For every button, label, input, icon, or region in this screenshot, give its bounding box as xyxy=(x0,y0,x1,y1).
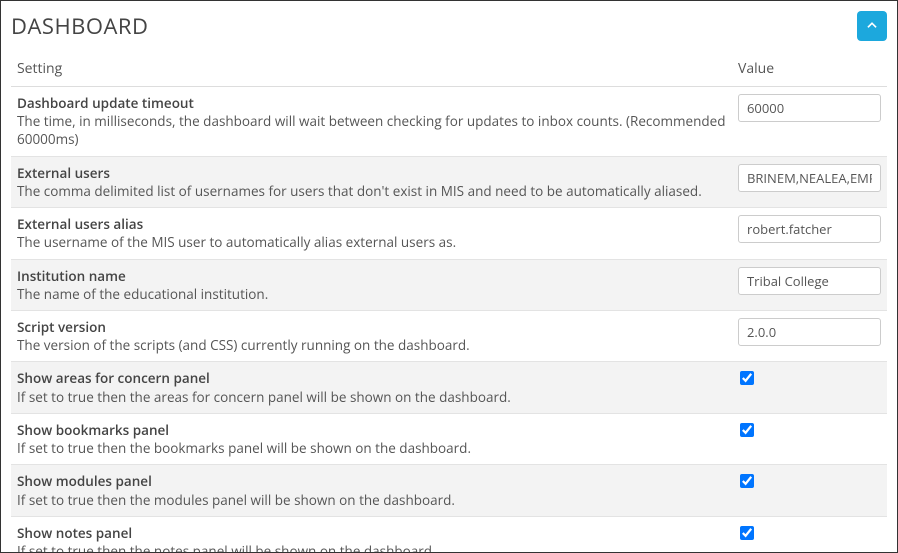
setting-name: Institution name xyxy=(17,267,728,285)
setting-cell: Show notes panelIf set to true then the … xyxy=(17,524,738,553)
settings-row: Dashboard update timeoutThe time, in mil… xyxy=(11,87,887,157)
value-input[interactable] xyxy=(738,318,881,346)
setting-name: Show notes panel xyxy=(17,524,728,542)
value-checkbox[interactable] xyxy=(740,526,754,540)
settings-row: Script versionThe version of the scripts… xyxy=(11,311,887,362)
value-cell xyxy=(738,94,881,122)
setting-name: External users xyxy=(17,164,728,182)
settings-row: External users aliasThe username of the … xyxy=(11,208,887,259)
setting-name: Show modules panel xyxy=(17,472,728,490)
setting-description: If set to true then the areas for concer… xyxy=(17,388,728,406)
value-cell xyxy=(738,472,881,492)
setting-cell: Show bookmarks panelIf set to true then … xyxy=(17,421,738,457)
setting-description: If set to true then the bookmarks panel … xyxy=(17,439,728,457)
value-cell xyxy=(738,215,881,243)
value-input[interactable] xyxy=(738,267,881,295)
setting-name: Dashboard update timeout xyxy=(17,94,728,112)
value-input[interactable] xyxy=(738,164,881,192)
setting-name: External users alias xyxy=(17,215,728,233)
value-cell xyxy=(738,164,881,192)
value-input[interactable] xyxy=(738,94,881,122)
setting-description: The comma delimited list of usernames fo… xyxy=(17,182,728,200)
settings-row: Institution nameThe name of the educatio… xyxy=(11,260,887,311)
settings-row: Show notes panelIf set to true then the … xyxy=(11,517,887,553)
value-input[interactable] xyxy=(738,215,881,243)
setting-cell: Script versionThe version of the scripts… xyxy=(17,318,738,354)
setting-cell: External usersThe comma delimited list o… xyxy=(17,164,738,200)
settings-row: External usersThe comma delimited list o… xyxy=(11,157,887,208)
setting-description: If set to true then the notes panel will… xyxy=(17,542,728,553)
value-cell xyxy=(738,421,881,441)
setting-description: The username of the MIS user to automati… xyxy=(17,233,728,251)
table-header: Setting Value xyxy=(11,53,887,87)
column-header-setting: Setting xyxy=(17,59,738,78)
page-title: DASHBOARD xyxy=(11,9,148,47)
column-header-value: Value xyxy=(738,59,881,78)
setting-cell: Show modules panelIf set to true then th… xyxy=(17,472,738,508)
setting-cell: Institution nameThe name of the educatio… xyxy=(17,267,738,303)
setting-description: The name of the educational institution. xyxy=(17,285,728,303)
setting-description: If set to true then the modules panel wi… xyxy=(17,491,728,509)
value-cell xyxy=(738,524,881,544)
chevron-up-icon xyxy=(865,15,879,37)
value-cell xyxy=(738,369,881,389)
value-checkbox[interactable] xyxy=(740,474,754,488)
setting-description: The time, in milliseconds, the dashboard… xyxy=(17,112,728,148)
settings-row: Show bookmarks panelIf set to true then … xyxy=(11,414,887,465)
value-cell xyxy=(738,267,881,295)
value-checkbox[interactable] xyxy=(740,371,754,385)
settings-row: Show modules panelIf set to true then th… xyxy=(11,465,887,516)
collapse-button[interactable] xyxy=(857,11,887,41)
setting-name: Script version xyxy=(17,318,728,336)
setting-name: Show areas for concern panel xyxy=(17,369,728,387)
setting-cell: Show areas for concern panelIf set to tr… xyxy=(17,369,738,405)
setting-description: The version of the scripts (and CSS) cur… xyxy=(17,336,728,354)
setting-cell: Dashboard update timeoutThe time, in mil… xyxy=(17,94,738,149)
setting-name: Show bookmarks panel xyxy=(17,421,728,439)
setting-cell: External users aliasThe username of the … xyxy=(17,215,738,251)
value-checkbox[interactable] xyxy=(740,423,754,437)
settings-row: Show areas for concern panelIf set to tr… xyxy=(11,362,887,413)
value-cell xyxy=(738,318,881,346)
